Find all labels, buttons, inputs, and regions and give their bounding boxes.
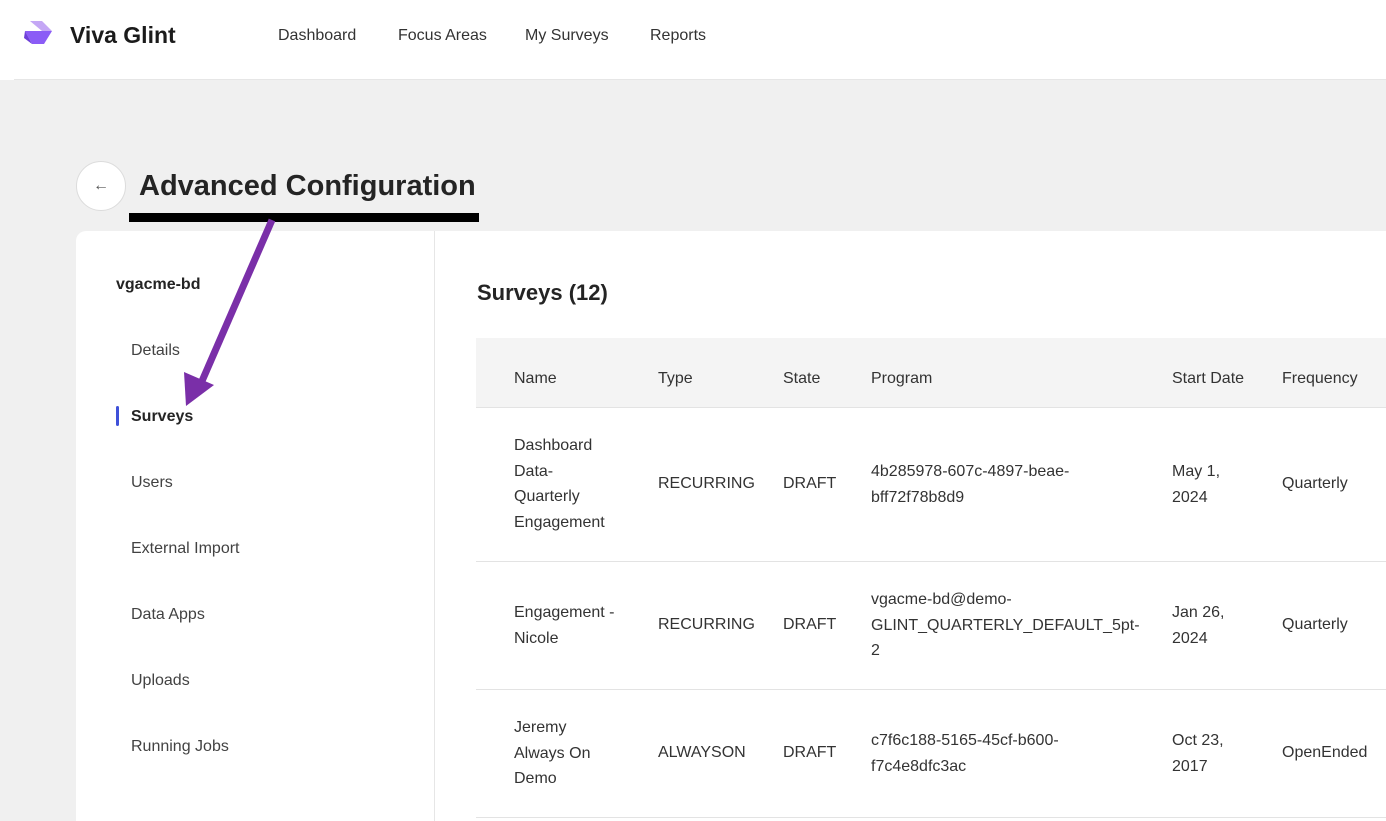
- nav-reports[interactable]: Reports: [650, 27, 706, 45]
- cell-name[interactable]: Dashboard Data- Quarterly Engagement: [514, 433, 605, 535]
- sidebar-item-details[interactable]: Details: [131, 342, 180, 360]
- cell-state: DRAFT: [783, 616, 837, 633]
- cell-frequency: Quarterly: [1282, 616, 1348, 633]
- title-annotation-underline: [129, 213, 479, 222]
- cell-name[interactable]: Jeremy Always On Demo: [514, 715, 590, 792]
- sidebar-item-external-import[interactable]: External Import: [131, 540, 239, 558]
- nav-my-surveys[interactable]: My Surveys: [525, 27, 609, 45]
- cell-start-date: May 1, 2024: [1172, 463, 1221, 506]
- sidebar-item-surveys[interactable]: Surveys: [131, 408, 193, 426]
- topbar-edge: [0, 0, 14, 80]
- nav-dashboard[interactable]: Dashboard: [278, 27, 356, 45]
- column-header-frequency[interactable]: Frequency: [1282, 370, 1358, 388]
- row-divider: [476, 561, 1386, 562]
- cell-type: RECURRING: [658, 616, 755, 633]
- sidebar-item-uploads[interactable]: Uploads: [131, 672, 190, 690]
- cell-type: RECURRING: [658, 475, 755, 492]
- sidebar-item-running-jobs[interactable]: Running Jobs: [131, 738, 229, 756]
- cell-name[interactable]: Engagement - Nicole: [514, 600, 615, 651]
- cell-state: DRAFT: [783, 475, 837, 492]
- sidebar-item-users[interactable]: Users: [131, 474, 173, 492]
- cell-program: 4b285978-607c-4897-beae- bff72f78b8d9: [871, 463, 1070, 506]
- column-header-start-date[interactable]: Start Date: [1172, 370, 1244, 388]
- column-header-state[interactable]: State: [783, 370, 820, 388]
- row-divider: [476, 817, 1386, 818]
- sidebar-divider: [434, 231, 435, 821]
- cell-program: c7f6c188-5165-45cf-b600- f7c4e8dfc3ac: [871, 732, 1059, 775]
- cell-start-date: Oct 23, 2017: [1172, 732, 1224, 775]
- nav-focus-areas[interactable]: Focus Areas: [398, 27, 487, 45]
- back-button[interactable]: ←: [76, 161, 126, 211]
- cell-start-date: Jan 26, 2024: [1172, 604, 1225, 647]
- column-header-type[interactable]: Type: [658, 370, 693, 388]
- cell-program: vgacme-bd@demo- GLINT_QUARTERLY_DEFAULT_…: [871, 591, 1140, 659]
- sidebar-item-data-apps[interactable]: Data Apps: [131, 606, 205, 624]
- cell-frequency: OpenEnded: [1282, 744, 1368, 761]
- column-header-name[interactable]: Name: [514, 370, 557, 388]
- column-header-program[interactable]: Program: [871, 370, 932, 388]
- cell-frequency: Quarterly: [1282, 475, 1348, 492]
- back-arrow-icon: ←: [93, 177, 109, 194]
- viva-glint-logo-icon[interactable]: [22, 18, 56, 50]
- page-title: Advanced Configuration: [139, 170, 476, 202]
- active-indicator: [116, 406, 119, 426]
- cell-type: ALWAYSON: [658, 744, 746, 761]
- surveys-heading: Surveys (12): [477, 280, 608, 305]
- row-divider: [476, 689, 1386, 690]
- org-name: vgacme-bd: [116, 276, 201, 293]
- cell-state: DRAFT: [783, 744, 837, 761]
- brand-name[interactable]: Viva Glint: [70, 22, 176, 49]
